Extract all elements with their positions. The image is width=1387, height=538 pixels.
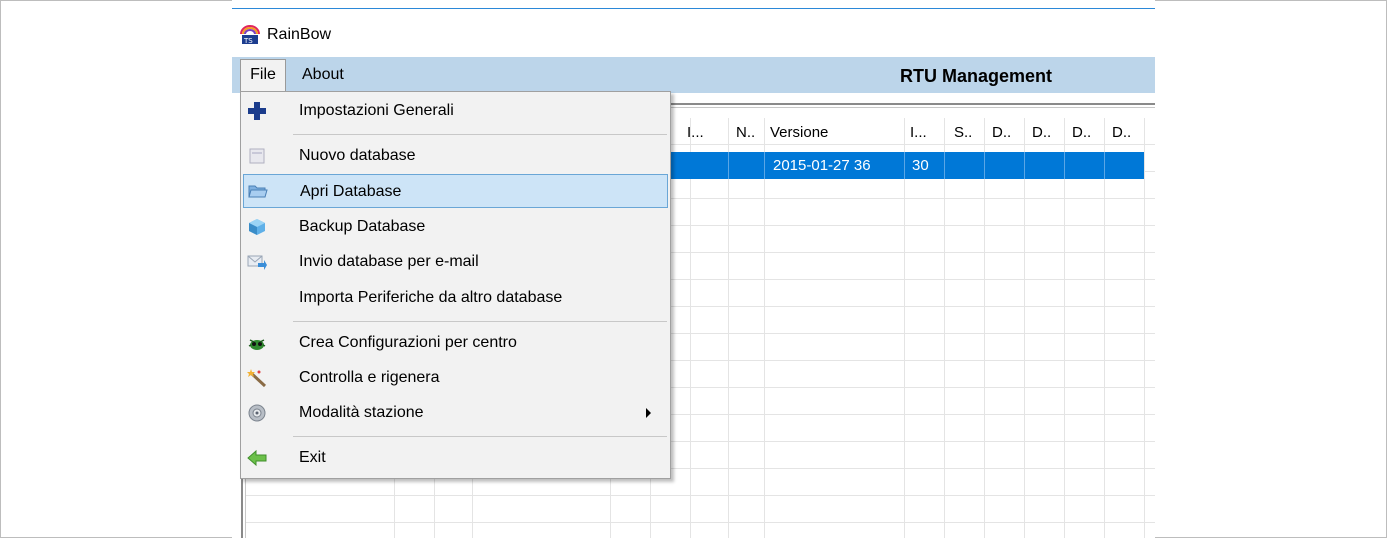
cell-separator (728, 152, 729, 179)
grid-line (1024, 118, 1025, 538)
menu-item-importa-periferiche[interactable]: Importa Periferiche da altro database (242, 281, 669, 315)
menu-item-label: Exit (299, 449, 326, 466)
email-send-icon (247, 255, 267, 270)
menu-item-label: Backup Database (299, 218, 426, 235)
grid-line (690, 118, 691, 538)
menu-item-apri-database[interactable]: Apri Database (243, 174, 668, 208)
menu-item-backup-database[interactable]: Backup Database (242, 210, 669, 244)
file-dropdown-menu: Impostazioni Generali Nuovo database Apr… (240, 91, 671, 479)
cell-value[interactable]: 30 (912, 152, 929, 179)
menu-item-impostazioni-generali[interactable]: Impostazioni Generali (242, 94, 669, 128)
column-header[interactable]: N.. (736, 116, 755, 150)
menu-item-label: Nuovo database (299, 147, 416, 164)
menu-item-label: Importa Periferiche da altro database (299, 289, 563, 306)
cell-separator (1104, 152, 1105, 179)
menu-item-invio-email[interactable]: Invio database per e-mail (242, 245, 669, 279)
cube-backup-icon (249, 219, 265, 235)
new-database-icon (249, 148, 265, 164)
menu-item-label: Invio database per e-mail (299, 253, 479, 270)
column-header[interactable]: D.. (1112, 116, 1131, 150)
menu-file[interactable]: File (240, 59, 286, 91)
menu-item-label: Crea Configurazioni per centro (299, 334, 517, 351)
menu-item-controlla-rigenera[interactable]: Controlla e rigenera (242, 361, 669, 395)
menu-item-label: Modalità stazione (299, 404, 424, 421)
cell-versione[interactable]: 2015-01-27 36 (773, 152, 871, 179)
menu-item-label: Controlla e rigenera (299, 369, 440, 386)
title-bar: TS RainBow (232, 9, 1155, 57)
column-header[interactable]: I... (910, 116, 927, 150)
menu-item-label: Apri Database (300, 183, 402, 200)
plus-icon (248, 102, 266, 120)
column-header[interactable]: I... (687, 116, 704, 150)
folder-open-icon (248, 185, 268, 198)
cell-separator (904, 152, 905, 179)
menu-item-modalita-stazione[interactable]: Modalità stazione (242, 396, 669, 430)
arrow-left-icon (247, 449, 267, 467)
column-header[interactable]: S.. (954, 116, 972, 150)
menu-separator (293, 436, 667, 437)
grid-line (728, 118, 729, 538)
column-header-versione[interactable]: Versione (770, 116, 828, 150)
cell-separator (984, 152, 985, 179)
cell-separator (764, 152, 765, 179)
magic-wand-icon (247, 369, 267, 388)
column-header[interactable]: D.. (1032, 116, 1051, 150)
menu-item-exit[interactable]: Exit (242, 441, 669, 475)
menu-item-crea-configurazioni[interactable]: Crea Configurazioni per centro (242, 326, 669, 360)
menu-item-label: Impostazioni Generali (299, 102, 454, 119)
menu-separator (293, 134, 667, 135)
grid-line (904, 118, 905, 538)
rainbow-app-icon: TS (240, 25, 260, 45)
column-header[interactable]: D.. (1072, 116, 1091, 150)
app-title: RainBow (267, 26, 332, 43)
menu-item-nuovo-database[interactable]: Nuovo database (242, 139, 669, 173)
cell-separator (944, 152, 945, 179)
cell-separator (1024, 152, 1025, 179)
svg-text:TS: TS (243, 37, 253, 45)
grid-line (1064, 118, 1065, 538)
menu-bar: File About RTU Management (232, 57, 1155, 93)
gear-station-icon (248, 404, 266, 422)
cell-separator (1064, 152, 1065, 179)
section-title: RTU Management (900, 66, 1053, 86)
grid-line (764, 118, 765, 538)
submenu-arrow-icon (646, 408, 651, 418)
bug-config-icon (248, 339, 266, 350)
selected-table-row[interactable] (668, 152, 1144, 179)
grid-line (984, 118, 985, 538)
column-header[interactable]: D.. (992, 116, 1011, 150)
menu-separator (293, 321, 667, 322)
grid-line (944, 118, 945, 538)
grid-line (1104, 118, 1105, 538)
grid-line (1144, 118, 1145, 538)
menu-about[interactable]: About (302, 59, 344, 91)
